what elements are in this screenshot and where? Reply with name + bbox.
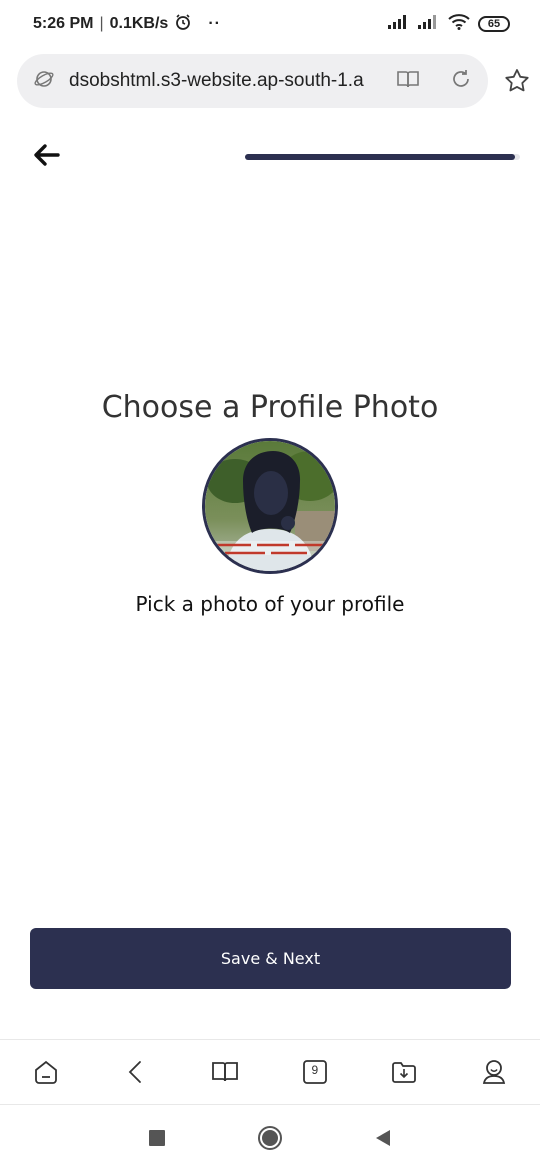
address-bar[interactable]: dsobshtml.s3-website.ap-south-1.a xyxy=(17,54,488,108)
url-text[interactable]: dsobshtml.s3-website.ap-south-1.a xyxy=(69,70,369,92)
status-separator: | xyxy=(99,15,104,32)
arrow-left-icon xyxy=(32,144,62,174)
browser-bottom-nav: 9 xyxy=(0,1039,540,1105)
wifi-icon xyxy=(448,13,470,35)
bookmarks-icon[interactable] xyxy=(209,1056,241,1088)
progress-bar xyxy=(245,154,520,160)
battery-icon: 65 xyxy=(478,16,510,32)
status-time: 5:26 PM xyxy=(33,15,94,32)
site-info-icon[interactable] xyxy=(33,68,55,95)
profile-photo[interactable] xyxy=(202,438,338,574)
system-home-icon[interactable] xyxy=(257,1125,283,1156)
page-title: Choose a Profile Photo xyxy=(101,390,439,425)
refresh-icon[interactable] xyxy=(450,68,472,95)
home-icon[interactable] xyxy=(30,1056,62,1088)
status-left: 5:26 PM | 0.1KB/s ·· xyxy=(33,13,221,36)
status-bar: 5:26 PM | 0.1KB/s ·· 65 xyxy=(0,0,540,48)
signal-icon xyxy=(388,14,410,34)
profile-photo-image xyxy=(205,441,335,571)
bookmark-star-icon[interactable] xyxy=(503,67,531,95)
system-nav xyxy=(0,1110,540,1170)
signal-icon-2 xyxy=(418,14,440,34)
tabs-icon[interactable]: 9 xyxy=(299,1056,331,1088)
nav-back-icon[interactable] xyxy=(120,1056,152,1088)
save-next-button[interactable]: Save & Next xyxy=(30,928,511,989)
url-actions xyxy=(396,68,472,95)
reader-mode-icon[interactable] xyxy=(396,69,420,94)
network-speed: 0.1KB/s xyxy=(109,15,169,32)
alarm-icon xyxy=(174,13,192,36)
profile-icon[interactable] xyxy=(478,1056,510,1088)
status-right: 65 xyxy=(388,13,510,35)
subtitle: Pick a photo of your profile xyxy=(135,592,405,616)
progress-fill xyxy=(245,154,515,160)
notification-dots-icon: ·· xyxy=(208,15,221,32)
system-back-icon[interactable] xyxy=(373,1128,393,1153)
back-button[interactable] xyxy=(32,140,62,170)
downloads-icon[interactable] xyxy=(388,1056,420,1088)
tabs-count: 9 xyxy=(311,1063,319,1077)
recents-icon[interactable] xyxy=(147,1128,167,1153)
